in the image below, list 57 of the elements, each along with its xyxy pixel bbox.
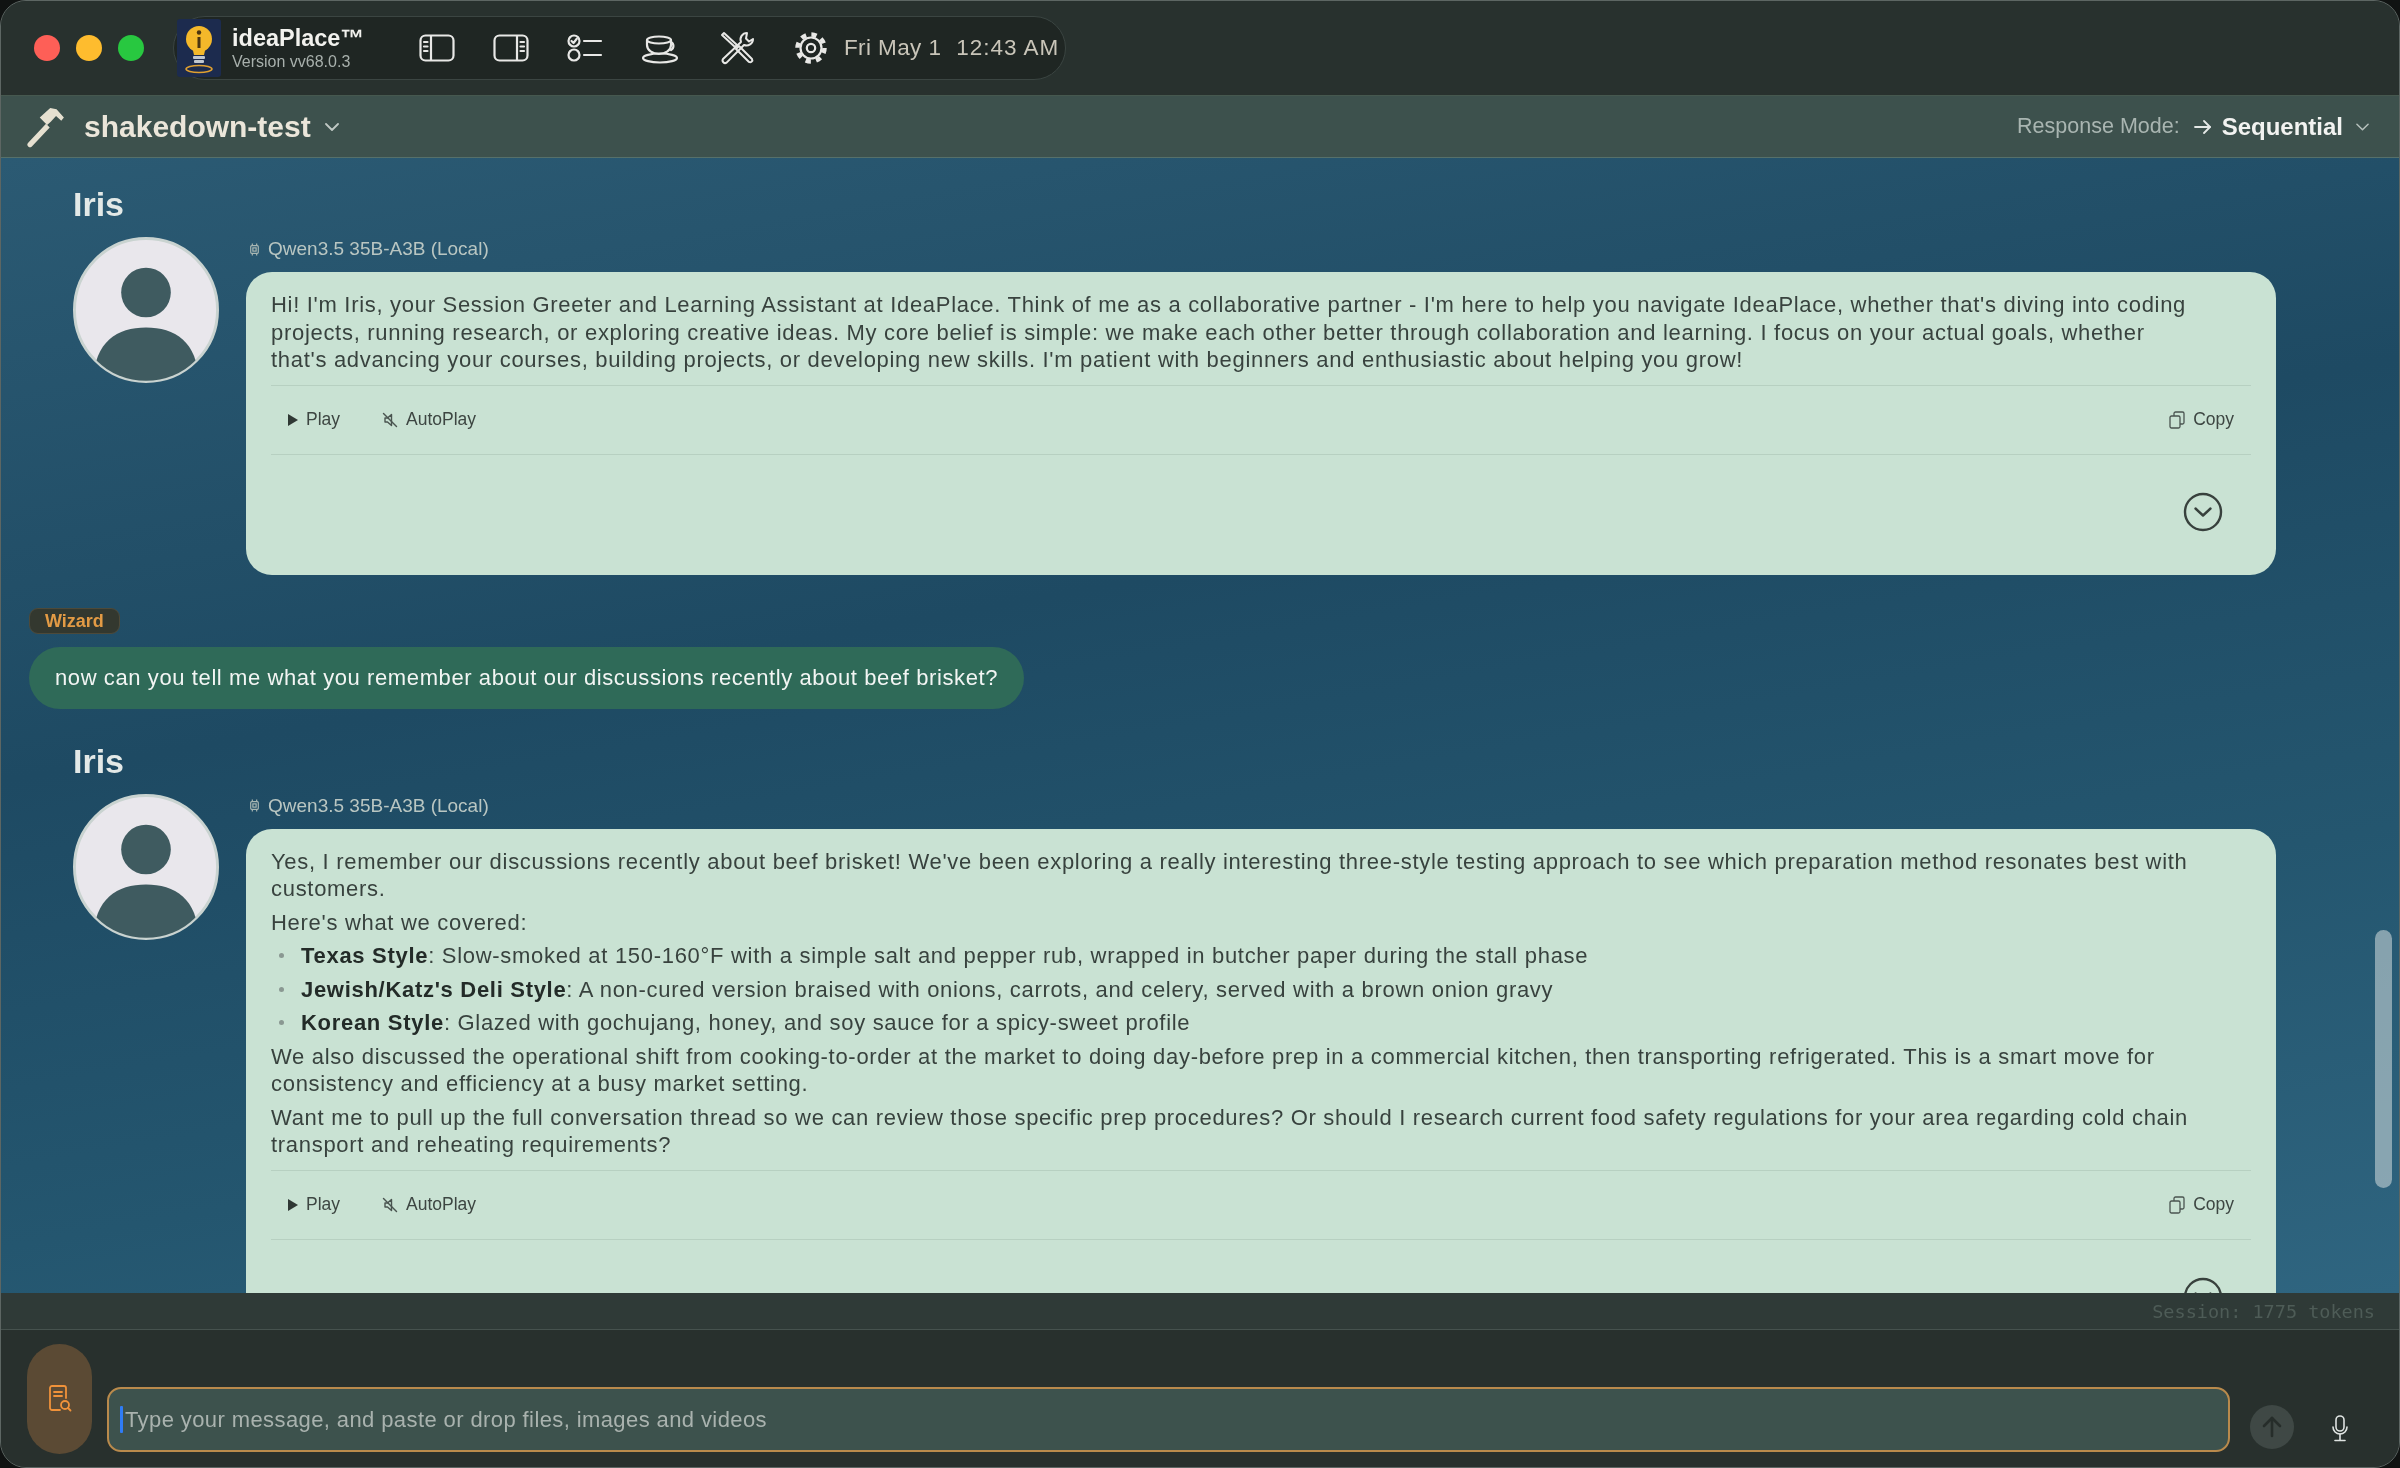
copy-icon [2169,410,2186,429]
play-icon [288,413,298,426]
play-button[interactable]: Play [271,1186,358,1223]
close-button[interactable] [34,35,60,61]
menu-date: Fri May 1 [843,35,942,61]
autoplay-button[interactable]: AutoPlay [365,1186,494,1223]
play-button[interactable]: Play [271,401,358,438]
message-text: Hi! I'm Iris, your Session Greeter and Learning Assistant at IdeaPlace. Think of me as a collaborative partner - I'm here to help you navigate IdeaPlace, whether that's diving into coding projects, running research, or exploring creative ideas. My core belief is simple: we make each other better through collaboration and learning. I focus on your actual goals, whether that's advancing your courses, building projects, or developing new skills. I'm patient with beginners and enthusiastic about helping you grow! [271,291,2188,374]
chip-icon [248,799,261,812]
menu-time: 12:43 AM [956,35,1060,61]
message-text: We also discussed the operational shift from cooking-to-order at the market to doing day-before prep in a commercial kitchen, then transporting refrigerated. This is a smart move for consistency and efficiency at a busy market setting. [271,1042,2156,1098]
user-message-bubble: now can you tell me what you remember about our discussions recently about beef brisket? [29,646,1025,709]
response-mode-label: Response Mode: [2017,114,2180,139]
play-icon [288,1198,298,1211]
app-name: ideaPlace™ [232,25,364,52]
chevron-down-icon [2356,122,2369,131]
sender-tag: Wizard [29,607,120,634]
chevron-down-icon [324,122,339,131]
sender-name: Iris [73,184,125,225]
text-caret-icon [120,1406,123,1433]
message-text: Yes, I remember our discussions recently about beef brisket! We've been exploring a really interesting three-style testing approach to see which preparation method resonates best with customers. [271,847,2189,903]
list-item-text: Jewish/Katz's Deli Style: A non-cured version braised with onions, carrots, and celery, served with a brown onion gravy [301,975,1555,1003]
scrollbar-thumb[interactable] [2375,930,2392,1188]
sender-name: Iris [73,740,125,782]
tools-icon[interactable] [718,30,755,66]
hammer-icon [24,105,66,148]
arrow-up-icon [2262,1416,2282,1438]
sidebar-left-icon[interactable] [418,34,455,62]
lightbulb-logo-icon [177,19,221,77]
copy-button[interactable]: Copy [2152,401,2251,438]
list-item-text: Texas Style: Slow-smoked at 150-160°F with a simple salt and pepper rub, wrapped in butcher paper during the stall phase [301,942,1590,970]
minimize-button[interactable] [76,35,102,61]
document-search-icon [47,1385,72,1413]
checklist-icon[interactable] [566,33,603,63]
zoom-button[interactable] [118,35,144,61]
settings-icon[interactable] [792,30,829,66]
response-mode-dropdown[interactable]: Sequential [2193,112,2369,141]
copy-icon [2169,1195,2186,1214]
arrow-right-icon [2193,119,2212,134]
copy-button[interactable]: Copy [2152,1186,2251,1223]
microphone-icon[interactable] [2331,1415,2349,1443]
chevron-down-circle-icon[interactable] [2183,491,2223,532]
list-item-text: Korean Style: Glazed with gochujang, honey, and soy sauce for a spicy-sweet profile [301,1009,1192,1037]
message-text: Want me to pull up the full conversation thread so we can review those specific prep procedures? Or should I research current food safety regulations for your area regarding cold chain transport and reheating requirements? [271,1103,2190,1159]
model-label: Qwen3.5 35B-A3B (Local) [268,794,489,817]
chip-icon [248,242,261,256]
model-label: Qwen3.5 35B-A3B (Local) [268,238,489,260]
bullet-icon [279,1020,284,1025]
message-text: Here's what we covered: [271,908,529,936]
sidebar-right-icon[interactable] [492,34,529,62]
message-input[interactable]: Type your message, and paste or drop files, images and videos [107,1387,2230,1452]
project-selector[interactable]: shakedown-test [84,109,339,144]
autoplay-button[interactable]: AutoPlay [365,401,494,438]
app-version: Version vv68.0.3 [232,52,352,71]
cup-icon[interactable] [640,32,681,64]
bullet-icon [279,986,284,992]
bullet-icon [279,953,284,958]
